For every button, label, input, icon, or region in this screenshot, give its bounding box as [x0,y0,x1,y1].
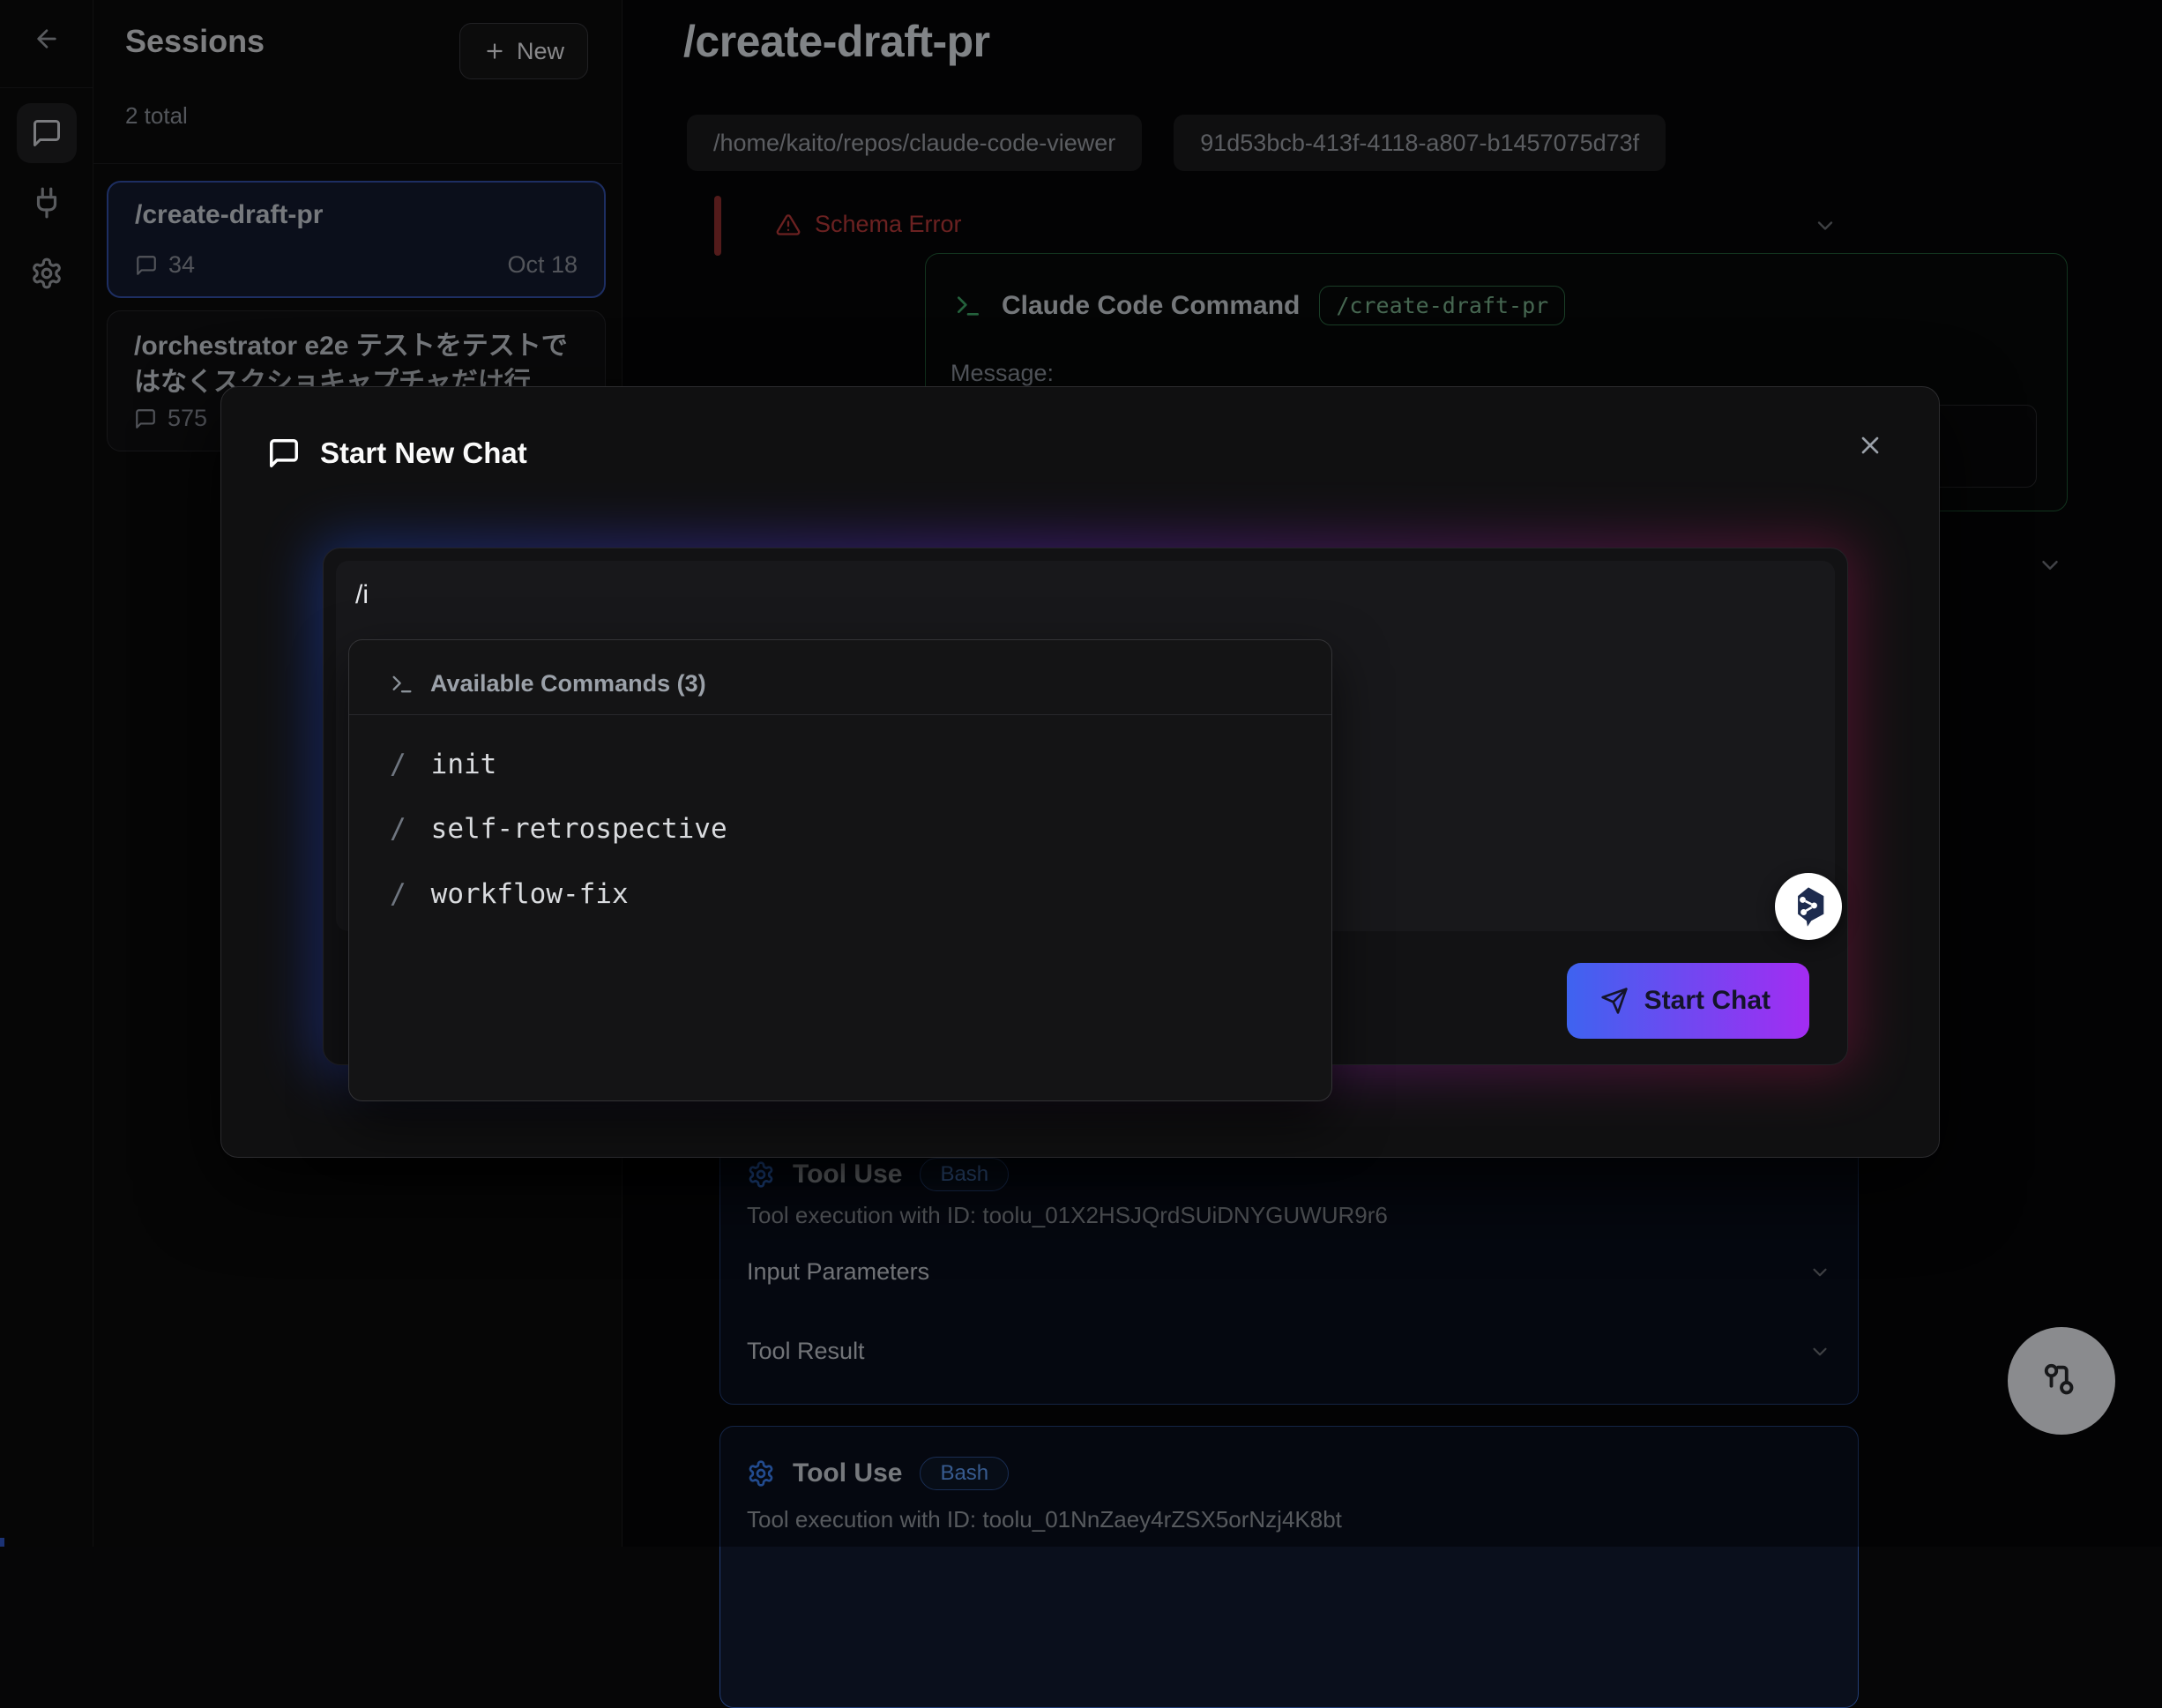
chat-bubble-icon [267,436,301,470]
close-button[interactable] [1851,426,1890,465]
dialog-title: Start New Chat [320,436,527,470]
command-name: init [431,749,497,780]
start-chat-label: Start Chat [1644,986,1771,1016]
command-name: self-retrospective [431,813,727,845]
command-prefix: / [390,878,406,910]
popover-divider [349,714,1331,715]
command-name: workflow-fix [431,878,629,910]
command-option-self-retrospective[interactable]: / self-retrospective [390,802,727,855]
app-logo-button[interactable] [1775,873,1842,940]
available-commands-header: Available Commands (3) [430,670,706,697]
git-pull-request-icon [2041,1361,2082,1401]
terminal-icon [390,672,414,697]
command-prefix: / [390,813,406,845]
hexagon-chat-logo-icon [1786,884,1831,929]
send-icon [1600,987,1629,1015]
git-pull-request-button[interactable] [2008,1327,2115,1435]
start-new-chat-dialog: Start New Chat /i Start Chat Available C… [220,386,1940,1158]
command-option-init[interactable]: / init [390,738,496,791]
command-option-workflow-fix[interactable]: / workflow-fix [390,868,629,921]
start-chat-button[interactable]: Start Chat [1567,963,1809,1039]
command-prefix: / [390,749,406,780]
close-icon [1856,431,1884,459]
command-autocomplete-popover: Available Commands (3) / init / self-ret… [348,639,1332,1101]
